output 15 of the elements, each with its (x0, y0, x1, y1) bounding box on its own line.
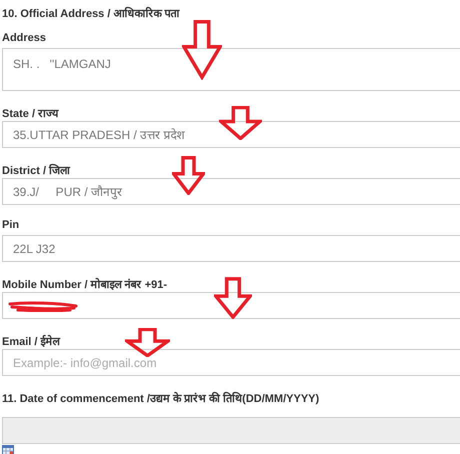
input-field[interactable]: 22L J32 (2, 235, 460, 262)
input-field[interactable]: Example:- info@gmail.com (2, 349, 460, 376)
field-label: Email / ईमेल (2, 334, 62, 347)
field-label: Mobile Number / मोबाइल नंबर +91- (2, 276, 168, 290)
address-field[interactable]: SH. . ''LAMGANJ (2, 48, 460, 91)
field-label: Pin (2, 219, 20, 233)
section-heading: 10. Official Address / आधिकारिक पता (2, 6, 181, 19)
calendar-icon[interactable] (2, 445, 14, 454)
input-field[interactable]: 35.UTTAR PRADESH / उत्तर प्रदेश (2, 121, 460, 148)
field-label: State / राज्य (2, 107, 60, 119)
field-label: District / जिला (2, 162, 72, 176)
input-field[interactable]: 39.J/ PUR / जौनपुर (2, 178, 460, 205)
input-field[interactable] (2, 292, 460, 319)
field-label: Address (2, 32, 48, 46)
section-heading: 11. Date of commencement /उद्यम के प्रारंभ की तिथि(DD/MM/YYYY) (2, 390, 320, 404)
